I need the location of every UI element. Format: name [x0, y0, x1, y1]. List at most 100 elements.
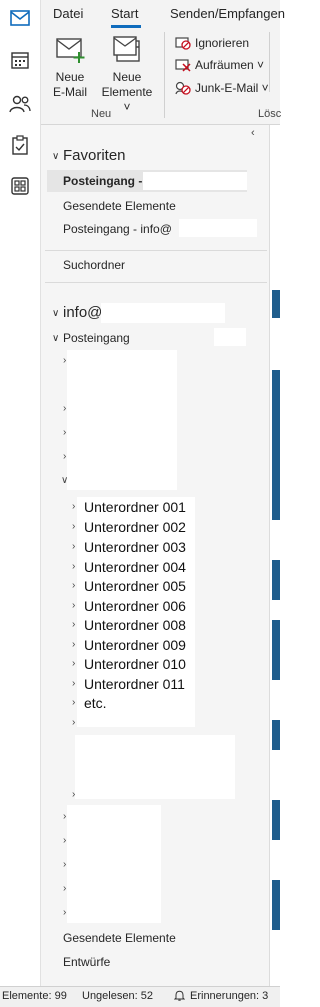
search-folders[interactable]: Suchordner: [63, 258, 125, 272]
chevron-right-icon[interactable]: ›: [63, 835, 66, 846]
unread-marker: [272, 800, 280, 840]
unread-marker: [272, 620, 280, 680]
chevron-down-icon[interactable]: ∨: [61, 475, 68, 486]
redaction: [214, 328, 246, 346]
ignore-button[interactable]: Ignorieren: [175, 36, 249, 50]
favorites-header[interactable]: Favoriten: [63, 147, 126, 164]
subfolder-item[interactable]: etc.: [84, 695, 107, 711]
favorites-inbox-label: Posteingang -: [63, 174, 143, 188]
new-items-icon: [113, 36, 140, 62]
calendar-icon[interactable]: [6, 46, 34, 74]
ignore-label: Ignorieren: [195, 36, 250, 50]
subfolder-item[interactable]: Unterordner 008: [84, 617, 186, 633]
chevron-right-icon[interactable]: ›: [72, 697, 75, 708]
unread-marker: [272, 290, 280, 318]
redaction: [143, 172, 247, 190]
chevron-right-icon[interactable]: ›: [72, 501, 75, 512]
chevron-right-icon[interactable]: ›: [63, 811, 66, 822]
chevron-down-icon[interactable]: ∨: [52, 151, 59, 162]
group-separator: [269, 32, 270, 92]
subfolder-item[interactable]: Unterordner 004: [84, 559, 186, 575]
cleanup-label: Aufräumen ˅: [195, 58, 265, 72]
ignore-icon: [175, 37, 191, 50]
redaction: [179, 219, 257, 237]
divider: [45, 282, 267, 283]
active-tab-indicator: [111, 25, 141, 28]
group-separator: [164, 32, 165, 118]
favorites-inbox-info[interactable]: Posteingang - info@: [63, 222, 172, 236]
divider: [45, 250, 267, 251]
favorites-sent[interactable]: Gesendete Elemente: [63, 199, 176, 213]
chevron-right-icon[interactable]: ›: [72, 658, 75, 669]
status-bar: Elemente: 99 Ungelesen: 52 Erinnerungen:…: [0, 986, 280, 1007]
chevron-right-icon[interactable]: ›: [72, 541, 75, 552]
account-drafts[interactable]: Entwürfe: [63, 955, 110, 969]
tab-start[interactable]: Start: [111, 6, 138, 21]
subfolder-item[interactable]: Unterordner 003: [84, 539, 186, 555]
chevron-right-icon[interactable]: ›: [63, 907, 66, 918]
chevron-down-icon[interactable]: ∨: [52, 333, 59, 344]
cleanup-button[interactable]: Aufräumen ˅: [175, 58, 264, 72]
redaction: [67, 350, 177, 490]
redaction: [67, 805, 161, 923]
subfolder-item[interactable]: Unterordner 001: [84, 499, 186, 515]
junk-button[interactable]: Junk-E-Mail ˅: [175, 81, 269, 95]
chevron-right-icon[interactable]: ›: [72, 600, 75, 611]
account-sent[interactable]: Gesendete Elemente: [63, 931, 176, 945]
chevron-right-icon[interactable]: ›: [72, 619, 75, 630]
chevron-right-icon[interactable]: ›: [63, 883, 66, 894]
status-items: Elemente: 99: [2, 990, 67, 1002]
people-icon[interactable]: [6, 90, 34, 118]
subfolder-item[interactable]: Unterordner 002: [84, 519, 186, 535]
unread-marker: [272, 560, 280, 600]
status-unread: Ungelesen: 52: [82, 990, 153, 1002]
chevron-right-icon[interactable]: ›: [63, 427, 66, 438]
cleanup-icon: [175, 59, 191, 72]
chevron-right-icon[interactable]: ›: [72, 561, 75, 572]
favorites-inbox-selected[interactable]: Posteingang -: [47, 170, 247, 192]
junk-label: Junk-E-Mail ˅: [195, 81, 269, 95]
new-email-label-2: E-Mail: [52, 85, 87, 99]
chevron-right-icon[interactable]: ›: [63, 403, 66, 414]
tab-send-receive[interactable]: Senden/Empfangen: [170, 6, 285, 21]
folder-pane: ‹ ∨ Favoriten Posteingang - Gesendete El…: [41, 125, 269, 986]
redaction: [101, 303, 225, 323]
message-list-edge: [269, 125, 281, 986]
unread-marker: [272, 720, 280, 750]
chevron-right-icon[interactable]: ›: [72, 521, 75, 532]
subfolder-item[interactable]: Unterordner 010: [84, 656, 186, 672]
redaction: [75, 735, 235, 799]
junk-icon: [175, 81, 191, 95]
unread-marker: [272, 370, 280, 520]
chevron-right-icon[interactable]: ›: [63, 859, 66, 870]
new-items-label-1: Neue: [112, 70, 142, 84]
chevron-right-icon[interactable]: ›: [72, 789, 75, 800]
subfolder-item[interactable]: Unterordner 006: [84, 598, 186, 614]
chevron-right-icon[interactable]: ›: [72, 717, 75, 728]
chevron-right-icon[interactable]: ›: [63, 355, 66, 366]
chevron-right-icon[interactable]: ›: [72, 580, 75, 591]
new-email-button[interactable]: Neue E-Mail: [45, 36, 95, 100]
new-email-label-1: Neue: [55, 70, 85, 84]
mail-icon[interactable]: [6, 4, 34, 32]
new-items-button[interactable]: Neue Elemente ˅: [99, 36, 155, 115]
subfolder-item[interactable]: Unterordner 009: [84, 637, 186, 653]
chevron-down-icon[interactable]: ∨: [52, 308, 59, 319]
subfolder-item[interactable]: Unterordner 011: [84, 676, 185, 692]
chevron-right-icon[interactable]: ›: [72, 678, 75, 689]
chevron-right-icon[interactable]: ›: [63, 451, 66, 462]
account-inbox[interactable]: Posteingang: [63, 331, 130, 345]
apps-icon[interactable]: [6, 172, 34, 200]
group-new-label: Neu: [91, 108, 112, 120]
status-reminders[interactable]: Erinnerungen: 3: [190, 990, 268, 1002]
ribbon: Datei Start Senden/Empfangen Neue E-Mail…: [41, 0, 285, 125]
group-delete-label: Lösc: [258, 108, 282, 120]
tasks-icon[interactable]: [6, 131, 34, 159]
unread-marker: [272, 880, 280, 930]
account-header[interactable]: info@: [63, 304, 102, 321]
chevron-right-icon[interactable]: ›: [72, 639, 75, 650]
app-bar: [0, 0, 41, 986]
subfolder-item[interactable]: Unterordner 005: [84, 578, 186, 594]
collapse-pane-icon[interactable]: ‹: [251, 127, 255, 139]
tab-file[interactable]: Datei: [53, 6, 83, 21]
